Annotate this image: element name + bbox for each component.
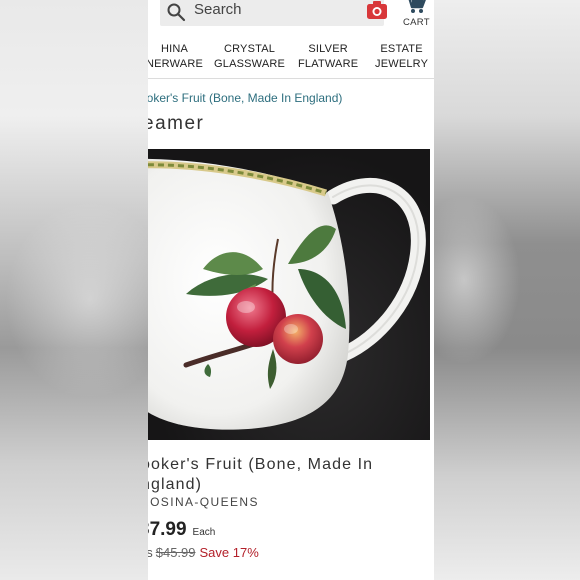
nav-label-line2: GLASSWARE — [214, 58, 286, 70]
product-brand[interactable]: ROSINA-QUEENS — [148, 495, 259, 509]
nav-item-silver-flatware[interactable]: SILVER FLATWARE — [298, 42, 358, 72]
nav-label-line1: ESTATE — [380, 43, 423, 55]
product-type-heading: eamer — [148, 113, 205, 134]
nav-label-line2: NERWARE — [148, 58, 204, 70]
product-title: ooker's Fruit (Bone, Made In ngland) — [148, 456, 374, 493]
save-badge: Save 17% — [199, 545, 259, 560]
top-bar: Search CART — [148, 0, 434, 32]
background-blur-right — [434, 0, 580, 580]
product-price: 37.99 — [148, 519, 187, 540]
breadcrumb[interactable]: ooker's Fruit (Bone, Made In England) — [148, 91, 342, 105]
search-bar[interactable]: Search — [160, 0, 387, 26]
background-blur-left — [0, 0, 148, 580]
search-icon — [167, 3, 186, 22]
nav-item-china-dinnerware[interactable]: HINA NERWARE — [148, 42, 203, 72]
cart-icon — [408, 0, 426, 13]
was-price-row: as$45.99Save 17% — [148, 545, 259, 560]
category-nav: HINA NERWARE CRYSTAL GLASSWARE SILVER FL… — [148, 34, 434, 79]
price-unit: Each — [192, 527, 216, 538]
was-label: as — [148, 545, 153, 560]
search-input[interactable]: Search — [194, 1, 242, 18]
nav-label-line1: CRYSTAL — [223, 43, 276, 55]
price-row: 37.99 Each — [148, 519, 215, 541]
product-image[interactable] — [148, 149, 430, 440]
was-price: $45.99 — [155, 545, 196, 560]
nav-label-line2: FLATWARE — [298, 58, 359, 70]
nav-label-line1: HINA — [160, 43, 189, 55]
nav-item-crystal-glassware[interactable]: CRYSTAL GLASSWARE — [214, 42, 285, 72]
cart-label: CART — [403, 17, 430, 28]
cart-button[interactable]: CART — [394, 0, 434, 32]
nav-label-line1: SILVER — [308, 43, 348, 55]
nav-label-line2: JEWELRY — [375, 58, 429, 70]
creamer-illustration — [148, 158, 426, 430]
camera-icon[interactable] — [366, 0, 388, 20]
nav-item-estate-jewelry[interactable]: ESTATE JEWELRY — [375, 42, 428, 72]
phone-screen: Search CART HINA NERWARE CRYSTAL GLASSWA… — [148, 0, 434, 580]
